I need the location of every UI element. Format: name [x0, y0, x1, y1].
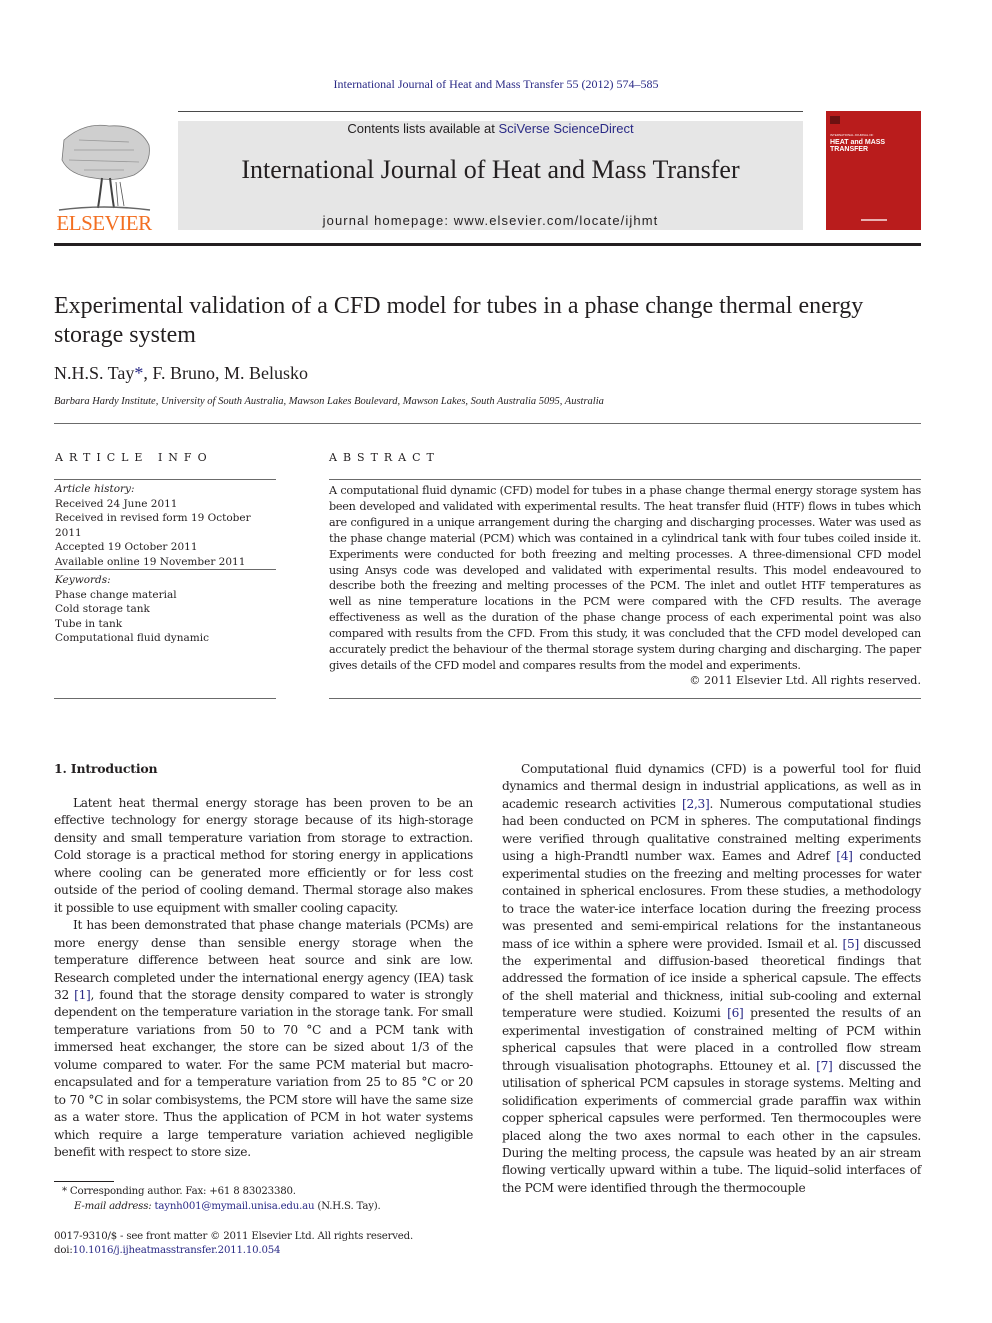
citation-link[interactable]: [4] [836, 849, 853, 863]
paragraph-text: discussed the utilisation of spherical P… [502, 1058, 921, 1195]
journal-citation[interactable]: International Journal of Heat and Mass T… [0, 77, 992, 92]
author-list: N.H.S. Tay*, F. Bruno, M. Belusko [54, 363, 308, 384]
corresponding-author-footnote: * Corresponding author. Fax: +61 8 83023… [62, 1186, 296, 1197]
coauthors: , F. Bruno, M. Belusko [143, 363, 308, 383]
keyword: Tube in tank [55, 617, 123, 630]
article-history: Article history: Received 24 June 2011 R… [55, 482, 277, 569]
keywords: Keywords: Phase change material Cold sto… [55, 573, 277, 646]
citation-link[interactable]: [5] [843, 937, 860, 951]
footnote-rule [54, 1181, 114, 1182]
body-column-left: Latent heat thermal energy storage has b… [54, 795, 473, 1162]
journal-cover-thumbnail[interactable]: INTERNATIONAL JOURNAL OF HEAT and MASS TR… [826, 111, 921, 230]
article-title: Experimental validation of a CFD model f… [54, 293, 864, 348]
keyword: Computational fluid dynamic [55, 632, 209, 644]
email-footnote: E-mail address: taynh001@mymail.unisa.ed… [74, 1200, 381, 1215]
keyword: Cold storage tank [55, 603, 150, 615]
doi-label: doi: [54, 1245, 73, 1256]
citation-link[interactable]: [6] [727, 1006, 744, 1020]
cover-subtitle: INTERNATIONAL JOURNAL OF [830, 133, 874, 137]
contents-prefix: Contents lists available at [347, 121, 499, 136]
email-suffix: (N.H.S. Tay). [314, 1201, 381, 1212]
journal-homepage: journal homepage: www.elsevier.com/locat… [178, 213, 803, 228]
abstract-heading: ABSTRACT [329, 451, 440, 464]
paragraph-text: , found that the storage density compare… [54, 987, 474, 1160]
article-info-heading: ARTICLE INFO [55, 451, 213, 464]
cover-logo-icon [830, 116, 840, 124]
email-link[interactable]: taynh001@mymail.unisa.edu.au [155, 1201, 315, 1212]
keywords-label: Keywords: [55, 574, 111, 586]
body-paragraph: Computational fluid dynamics (CFD) is a … [502, 761, 921, 1197]
affiliation-divider [54, 423, 921, 424]
history-accepted: Accepted 19 October 2011 [55, 541, 198, 553]
author-tay: N.H.S. Tay [54, 363, 135, 383]
cover-title-line1: HEAT and MASS [830, 139, 886, 146]
abstract-divider [329, 479, 921, 480]
header-divider [54, 243, 921, 246]
abstract-text: A computational fluid dynamic (CFD) mode… [329, 484, 921, 672]
homepage-url[interactable]: www.elsevier.com/locate/ijhmt [454, 213, 659, 228]
issn-line: 0017-9310/$ - see front matter © 2011 El… [54, 1231, 413, 1242]
journal-name: International Journal of Heat and Mass T… [241, 155, 740, 184]
abstract-bottom-divider [329, 698, 921, 699]
article-info-divider [54, 479, 276, 480]
keywords-divider [54, 569, 276, 570]
article-info-bottom-divider [54, 698, 276, 699]
history-revised: Received in revised form 19 October 2011 [55, 512, 251, 539]
doi-link[interactable]: 10.1016/j.ijheatmasstransfer.2011.10.054 [73, 1245, 281, 1256]
sciencedirect-link[interactable]: SciVerse ScienceDirect [498, 121, 633, 136]
email-label: E-mail address: [74, 1201, 155, 1212]
doi-line: doi:10.1016/j.ijheatmasstransfer.2011.10… [54, 1244, 280, 1259]
elsevier-wordmark[interactable]: ELSEVIER [54, 211, 154, 236]
affiliation: Barbara Hardy Institute, University of S… [54, 396, 604, 407]
cover-footer-mark [861, 219, 887, 221]
history-label: Article history: [55, 483, 135, 495]
history-received: Received 24 June 2011 [55, 497, 178, 510]
keyword: Phase change material [55, 588, 177, 601]
cover-title: HEAT and MASS TRANSFER [830, 139, 885, 153]
history-online: Available online 19 November 2011 [55, 555, 246, 568]
contents-line: Contents lists available at SciVerse Sci… [178, 121, 803, 136]
abstract-copyright: © 2011 Elsevier Ltd. All rights reserved… [689, 674, 921, 687]
body-paragraph: It has been demonstrated that phase chan… [54, 917, 473, 1161]
homepage-label: journal homepage: [322, 213, 454, 228]
citation-link[interactable]: [2,3] [682, 797, 710, 811]
header-top-rule [178, 111, 803, 112]
body-column-right: Computational fluid dynamics (CFD) is a … [502, 761, 921, 1197]
paragraph-text: Latent heat thermal energy storage has b… [54, 796, 473, 915]
body-paragraph: Latent heat thermal energy storage has b… [54, 795, 473, 917]
cover-title-line2: TRANSFER [830, 146, 869, 153]
citation-link[interactable]: [1] [74, 988, 91, 1002]
journal-masthead: Contents lists available at SciVerse Sci… [178, 121, 803, 230]
paragraph-text: conducted experimental studies on the fr… [502, 849, 922, 951]
citation-link[interactable]: [7] [816, 1059, 833, 1073]
section-heading-introduction: 1. Introduction [54, 761, 158, 776]
